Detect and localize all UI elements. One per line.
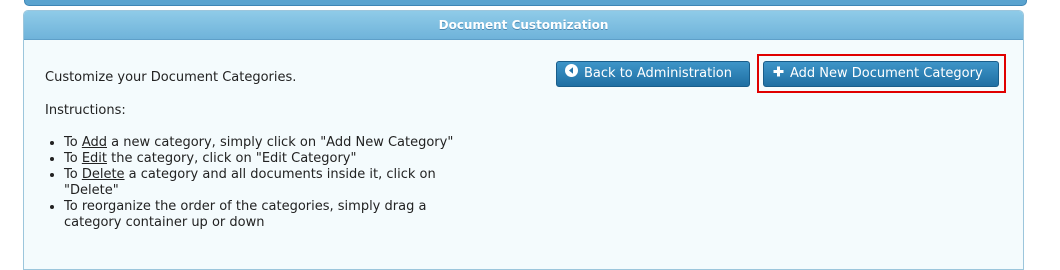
- intro-text: Customize your Document Categories.: [45, 70, 297, 85]
- instruction-edit: To Edit the category, click on "Edit Cat…: [64, 151, 464, 167]
- add-button-label: Add New Document Category: [790, 66, 983, 81]
- back-to-administration-button[interactable]: Back to Administration: [556, 61, 750, 87]
- plus-icon: [773, 62, 784, 86]
- back-button-label: Back to Administration: [584, 66, 733, 81]
- instruction-delete: To Delete a category and all documents i…: [64, 167, 464, 199]
- instructions-label: Instructions:: [45, 103, 126, 118]
- instructions-list: To Add a new category, simply click on "…: [45, 135, 464, 231]
- circle-left-arrow-icon: [565, 62, 578, 86]
- add-new-document-category-button[interactable]: Add New Document Category: [763, 61, 999, 87]
- instruction-add: To Add a new category, simply click on "…: [64, 135, 464, 151]
- panel-title: Document Customization: [24, 11, 1023, 40]
- document-customization-panel: Document Customization Customize your Do…: [23, 10, 1024, 270]
- instruction-reorganize: To reorganize the order of the categorie…: [64, 199, 464, 231]
- previous-panel-bottom-edge: [24, 0, 1027, 6]
